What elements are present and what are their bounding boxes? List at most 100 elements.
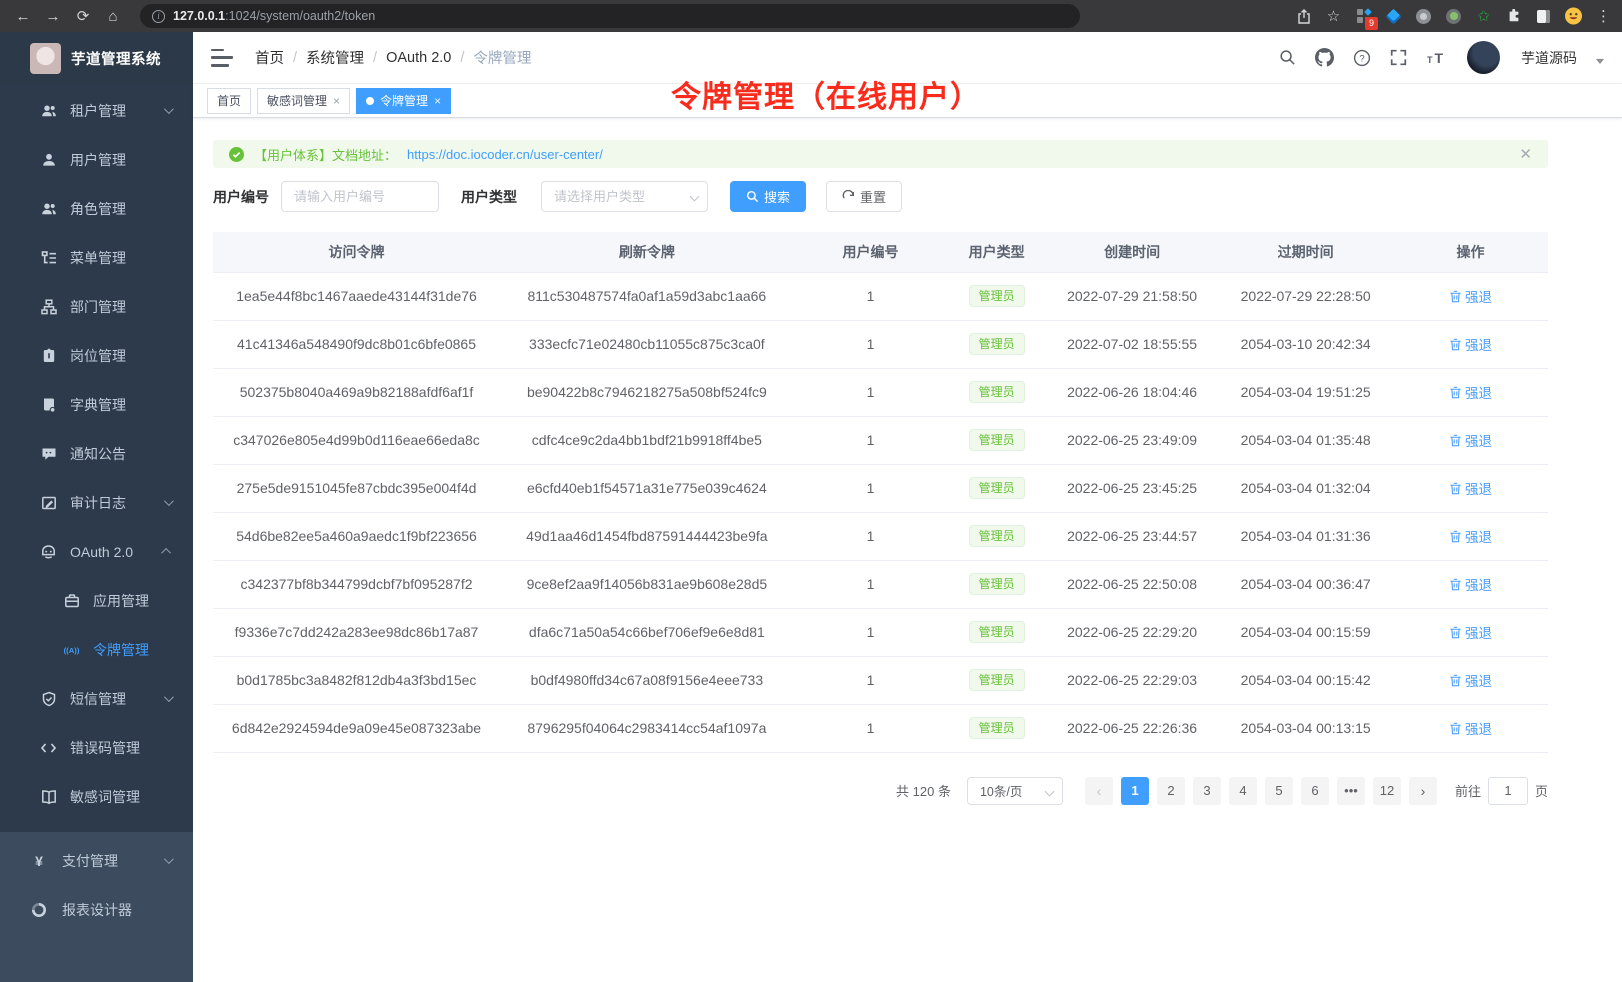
extension-badge: 9 [1365, 17, 1378, 30]
site-info-icon[interactable]: i [152, 10, 165, 23]
tab-token[interactable]: 令牌管理 × [356, 88, 451, 114]
sidebar-item-label: 岗位管理 [70, 346, 126, 366]
close-icon[interactable]: × [434, 94, 441, 108]
page-button-3[interactable]: 3 [1193, 777, 1221, 805]
sidebar-item-OAuth 2.0[interactable]: OAuth 2.0 [0, 527, 193, 576]
access-token-cell: f9336e7c7dd242a283ee98dc86b17a87 [213, 608, 500, 656]
user-type-badge: 管理员 [969, 285, 1025, 307]
force-logout-button[interactable]: 强退 [1449, 526, 1492, 546]
search-button[interactable]: 搜索 [730, 181, 806, 212]
address-bar[interactable]: i 127.0.0.1:1024/system/oauth2/token [140, 4, 1080, 28]
share-icon[interactable] [1295, 8, 1312, 25]
sidebar-item-短信管理[interactable]: 短信管理 [0, 674, 193, 723]
sidebar-item-敏感词管理[interactable]: 敏感词管理 [0, 772, 193, 821]
user-type-select[interactable] [541, 181, 708, 212]
breadcrumb-oauth[interactable]: OAuth 2.0 [386, 50, 451, 66]
sidebar-item-字典管理[interactable]: 字典管理 [0, 380, 193, 429]
sidebar-item-岗位管理[interactable]: 岗位管理 [0, 331, 193, 380]
page-button-4[interactable]: 4 [1229, 777, 1257, 805]
sidebar-menu: 租户管理用户管理角色管理菜单管理部门管理岗位管理字典管理通知公告审计日志OAut… [0, 84, 193, 821]
refresh-token-cell: e6cfd40eb1f54571a31e775e039c4624 [500, 464, 794, 512]
sketch-diamond-icon[interactable] [1385, 8, 1402, 25]
back-icon[interactable]: ← [10, 4, 36, 28]
reset-button[interactable]: 重置 [826, 181, 902, 212]
actions-cell: 强退 [1393, 272, 1548, 320]
star-extension-icon[interactable]: ✩ [1475, 8, 1492, 25]
sidebar-item-角色管理[interactable]: 角色管理 [0, 184, 193, 233]
force-logout-button[interactable]: 强退 [1449, 430, 1492, 450]
page-size-value[interactable] [967, 777, 1063, 805]
camera-extension-icon[interactable] [1415, 8, 1432, 25]
recorder-extension-icon[interactable] [1445, 8, 1462, 25]
logo-bar[interactable]: 芋道管理系统 [0, 32, 193, 84]
sidebar-item-部门管理[interactable]: 部门管理 [0, 282, 193, 331]
sidebar-item-令牌管理[interactable]: ((A))令牌管理 [0, 625, 193, 674]
col-created: 创建时间 [1046, 232, 1218, 272]
goto-page-input[interactable] [1488, 777, 1528, 805]
sidebar-item-错误码管理[interactable]: 错误码管理 [0, 723, 193, 772]
user-type-select-input[interactable] [541, 181, 708, 212]
fullscreen-icon[interactable] [1390, 49, 1407, 66]
sidebar-item-通知公告[interactable]: 通知公告 [0, 429, 193, 478]
forward-icon[interactable]: → [40, 4, 66, 28]
sidebar-item-label: 通知公告 [70, 444, 126, 464]
bookmark-star-icon[interactable]: ☆ [1325, 8, 1342, 25]
sidebar-item-用户管理[interactable]: 用户管理 [0, 135, 193, 184]
split-screen-icon[interactable] [1535, 8, 1552, 25]
sidebar-collapse-icon[interactable] [211, 49, 233, 67]
force-logout-button[interactable]: 强退 [1449, 718, 1492, 738]
tab-sensitive-words[interactable]: 敏感词管理 × [257, 88, 350, 114]
created-cell: 2022-06-26 18:04:46 [1046, 368, 1218, 416]
page-button-5[interactable]: 5 [1265, 777, 1293, 805]
sensitive-word-book-icon [40, 788, 57, 805]
search-icon[interactable] [1279, 49, 1296, 66]
force-logout-button[interactable]: 强退 [1449, 574, 1492, 594]
github-icon[interactable] [1315, 48, 1334, 67]
breadcrumb-system[interactable]: 系统管理 [306, 47, 364, 68]
help-icon[interactable]: ? [1353, 49, 1371, 67]
user-avatar[interactable] [1467, 41, 1500, 74]
user-id-cell: 1 [794, 272, 948, 320]
sidebar-item-支付管理[interactable]: ¥支付管理 [0, 836, 193, 885]
sidebar-item-label: 短信管理 [70, 689, 126, 709]
home-icon[interactable]: ⌂ [100, 4, 126, 28]
page-button-6[interactable]: 6 [1301, 777, 1329, 805]
profile-emoji-icon[interactable] [1565, 8, 1582, 25]
force-logout-button[interactable]: 强退 [1449, 478, 1492, 498]
force-logout-button[interactable]: 强退 [1449, 622, 1492, 642]
sidebar-item-租户管理[interactable]: 租户管理 [0, 86, 193, 135]
prev-page-button[interactable]: ‹ [1085, 777, 1113, 805]
page-button-12[interactable]: 12 [1373, 777, 1401, 805]
force-logout-button[interactable]: 强退 [1449, 286, 1492, 306]
kebab-menu-icon[interactable]: ⋮ [1595, 8, 1612, 25]
tab-home[interactable]: 首页 [207, 88, 251, 114]
doc-link[interactable]: https://doc.iocoder.cn/user-center/ [407, 147, 603, 162]
sidebar-item-审计日志[interactable]: 审计日志 [0, 478, 193, 527]
force-logout-button[interactable]: 强退 [1449, 382, 1492, 402]
font-size-icon[interactable]: TT [1426, 50, 1448, 66]
expires-cell: 2022-07-29 22:28:50 [1218, 272, 1393, 320]
next-page-button[interactable]: › [1409, 777, 1437, 805]
puzzle-extension-icon[interactable] [1505, 8, 1522, 25]
user-id-cell: 1 [794, 608, 948, 656]
user-id-input[interactable] [281, 181, 439, 212]
close-icon[interactable]: ✕ [1519, 145, 1532, 163]
sidebar-item-应用管理[interactable]: 应用管理 [0, 576, 193, 625]
logo-avatar [30, 43, 61, 74]
close-icon[interactable]: × [333, 94, 340, 108]
sidebar-item-菜单管理[interactable]: 菜单管理 [0, 233, 193, 282]
force-logout-button[interactable]: 强退 [1449, 670, 1492, 690]
chevron-down-icon[interactable] [1596, 59, 1604, 64]
sidebar-item-报表设计器[interactable]: 报表设计器 [0, 885, 193, 934]
breadcrumb-home[interactable]: 首页 [255, 47, 284, 68]
annotation-text: 令牌管理（在线用户） [671, 72, 981, 116]
reload-icon[interactable]: ⟳ [70, 4, 96, 28]
chevron-down-icon [164, 854, 174, 864]
force-logout-button[interactable]: 强退 [1449, 334, 1492, 354]
more-pages-button[interactable]: ••• [1337, 777, 1365, 805]
user-name[interactable]: 芋道源码 [1521, 48, 1577, 68]
extension-grid-icon[interactable]: 9 [1355, 8, 1372, 25]
page-button-1[interactable]: 1 [1121, 777, 1149, 805]
page-size-select[interactable] [967, 777, 1063, 805]
page-button-2[interactable]: 2 [1157, 777, 1185, 805]
